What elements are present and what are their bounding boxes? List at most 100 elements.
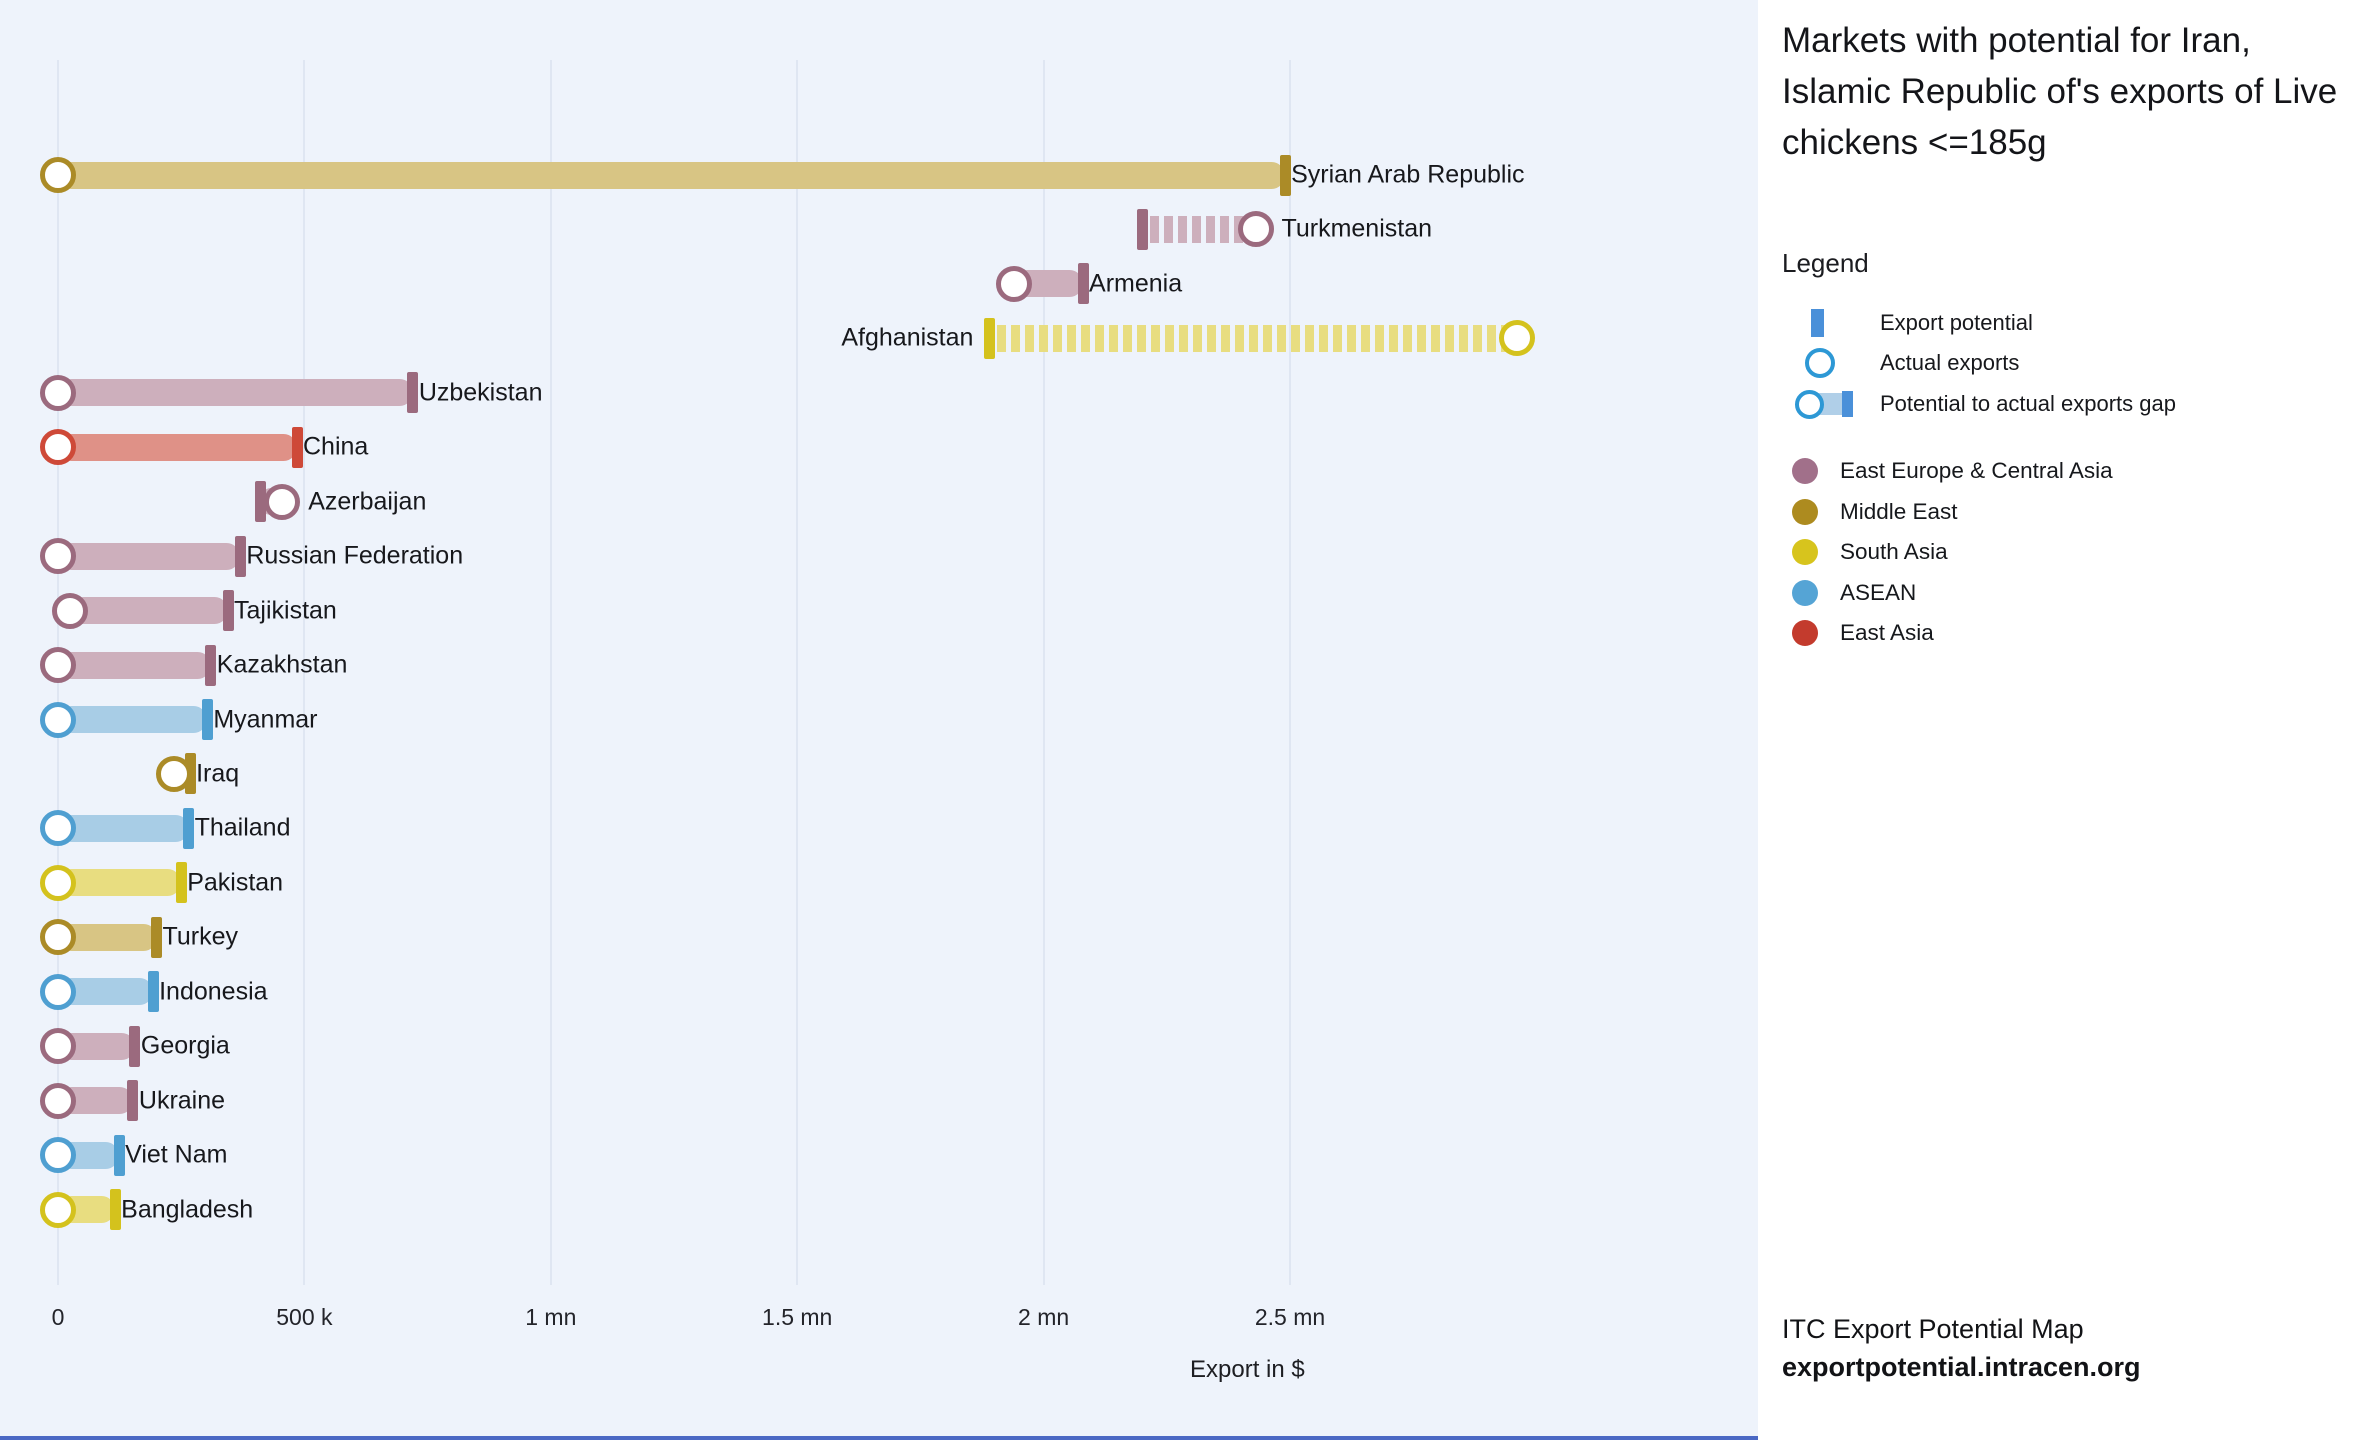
actual-exports-circle[interactable] [40, 157, 76, 193]
legend-item-actual-exports: Actual exports [1795, 346, 2019, 380]
axis-tick-label: 2.5 mn [1255, 1304, 1325, 1331]
actual-exports-circle[interactable] [40, 974, 76, 1010]
export-potential-swatch [1811, 309, 1824, 337]
export-potential-cap[interactable] [407, 372, 418, 413]
market-label: Armenia [1089, 269, 1182, 298]
gridline [550, 60, 552, 1285]
export-potential-cap[interactable] [1137, 209, 1148, 250]
actual-exports-circle[interactable] [40, 1028, 76, 1064]
export-potential-cap[interactable] [114, 1135, 125, 1176]
export-potential-cap[interactable] [1280, 155, 1291, 196]
market-label: Georgia [141, 1032, 230, 1061]
gap-bar[interactable] [58, 379, 413, 406]
gap-bar[interactable] [58, 869, 181, 896]
market-label: Syrian Arab Republic [1291, 161, 1524, 190]
export-potential-cap[interactable] [1078, 263, 1089, 304]
actual-exports-circle[interactable] [40, 1083, 76, 1119]
region-color-dot [1792, 580, 1818, 606]
market-label: Tajikistan [234, 596, 337, 625]
actual-exports-circle[interactable] [40, 1192, 76, 1228]
export-potential-cap[interactable] [205, 645, 216, 686]
legend-item-gap: Potential to actual exports gap [1795, 387, 2176, 421]
export-potential-cap[interactable] [984, 318, 995, 359]
market-label: Azerbaijan [308, 487, 426, 516]
export-potential-cap[interactable] [148, 971, 159, 1012]
actual-exports-circle[interactable] [1499, 320, 1535, 356]
legend-item-label: Potential to actual exports gap [1880, 391, 2176, 417]
potential-to-actual-gap-icon [1795, 390, 1880, 418]
export-potential-cap[interactable] [110, 1189, 121, 1230]
actual-exports-circle[interactable] [40, 429, 76, 465]
export-potential-cap[interactable] [183, 808, 194, 849]
legend-region-item: South Asia [1792, 536, 1948, 568]
export-potential-cap[interactable] [176, 862, 187, 903]
chart-panel: 0500 k1 mn1.5 mn2 mn2.5 mn Syrian Arab R… [0, 0, 1758, 1440]
actual-exports-circle[interactable] [52, 593, 88, 629]
export-potential-cap[interactable] [202, 699, 213, 740]
axis-tick-label: 1.5 mn [762, 1304, 832, 1331]
axis-tick-label: 500 k [276, 1304, 332, 1331]
gridline [796, 60, 798, 1285]
gridline [1043, 60, 1045, 1285]
export-potential-cap[interactable] [129, 1026, 140, 1067]
export-potential-cap[interactable] [292, 427, 303, 468]
x-axis-title: Export in $ [1190, 1356, 1305, 1384]
actual-exports-circle[interactable] [40, 647, 76, 683]
actual-exports-circle[interactable] [264, 484, 300, 520]
gap-bar[interactable] [70, 597, 228, 624]
market-label: Myanmar [213, 705, 317, 734]
legend-item-label: Actual exports [1880, 350, 2019, 376]
region-color-dot [1792, 539, 1818, 565]
market-label: China [303, 433, 368, 462]
export-potential-cap[interactable] [235, 536, 246, 577]
export-potential-cap[interactable] [151, 917, 162, 958]
gap-bar[interactable] [58, 652, 211, 679]
region-color-dot [1792, 458, 1818, 484]
actual-exports-circle[interactable] [40, 375, 76, 411]
legend-heading: Legend [1782, 248, 1869, 279]
market-label: Indonesia [159, 977, 267, 1006]
legend-panel: Markets with potential for Iran, Islamic… [1758, 0, 2360, 1440]
legend-region-item: East Asia [1792, 617, 1934, 649]
footer-app-name: ITC Export Potential Map [1782, 1314, 2084, 1345]
gap-bar[interactable] [58, 162, 1285, 189]
actual-exports-circle[interactable] [1238, 211, 1274, 247]
region-label: ASEAN [1840, 580, 1916, 606]
actual-exports-circle[interactable] [40, 702, 76, 738]
page-title: Markets with potential for Iran, Islamic… [1782, 16, 2344, 168]
gap-bar[interactable] [997, 325, 1516, 352]
actual-exports-circle[interactable] [40, 538, 76, 574]
market-label: Uzbekistan [419, 378, 543, 407]
legend-item-label: Export potential [1880, 310, 2033, 336]
market-label: Pakistan [187, 868, 283, 897]
market-label: Russian Federation [246, 542, 463, 571]
footer-url: exportpotential.intracen.org [1782, 1352, 2141, 1383]
bottom-edge-strip [0, 1436, 1758, 1440]
export-potential-cap[interactable] [223, 590, 234, 631]
market-label: Thailand [195, 814, 291, 843]
market-label: Turkey [163, 923, 238, 952]
gap-bar[interactable] [58, 706, 207, 733]
gap-bar[interactable] [58, 543, 240, 570]
legend-region-item: Middle East [1792, 496, 1958, 528]
gap-bar[interactable] [58, 434, 297, 461]
actual-exports-circle[interactable] [40, 865, 76, 901]
actual-exports-icon [1795, 348, 1880, 378]
market-label: Bangladesh [121, 1195, 253, 1224]
actual-exports-circle[interactable] [996, 266, 1032, 302]
region-label: East Asia [1840, 620, 1934, 646]
gap-bar[interactable] [58, 815, 189, 842]
market-label: Iraq [196, 759, 239, 788]
actual-exports-circle[interactable] [156, 756, 192, 792]
legend-region-item: East Europe & Central Asia [1792, 455, 2113, 487]
legend-region-item: ASEAN [1792, 577, 1916, 609]
actual-exports-circle [1805, 348, 1835, 378]
region-label: South Asia [1840, 539, 1948, 565]
market-label: Viet Nam [125, 1141, 227, 1170]
region-color-dot [1792, 620, 1818, 646]
export-potential-cap[interactable] [127, 1080, 138, 1121]
market-label: Kazakhstan [217, 651, 348, 680]
market-label: Ukraine [139, 1086, 225, 1115]
actual-exports-circle[interactable] [40, 1137, 76, 1173]
gap-composite-icon [1795, 390, 1857, 418]
